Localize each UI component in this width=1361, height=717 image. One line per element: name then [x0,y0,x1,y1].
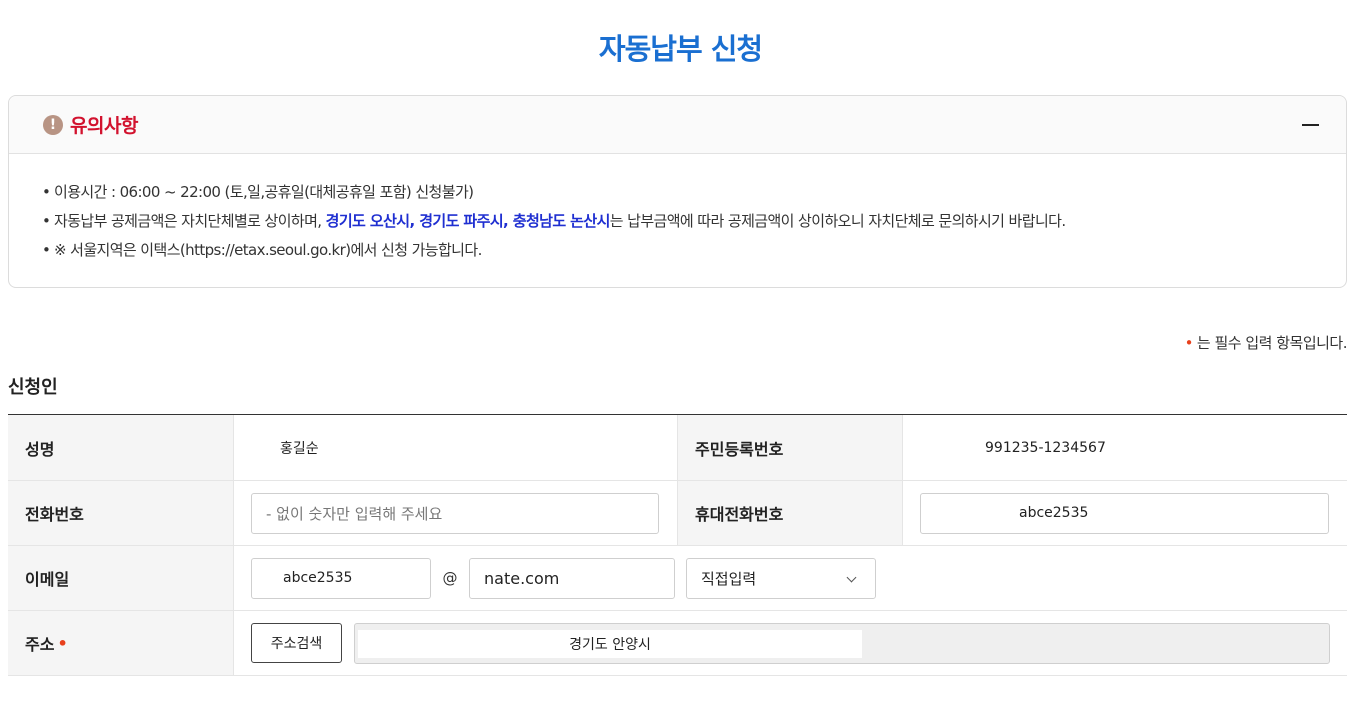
rrn-label: 주민등록번호 [677,415,903,480]
email-domain-select[interactable]: 직접입력 [686,557,876,599]
warning-icon: ! [43,114,63,135]
required-dot: • [1184,334,1194,352]
name-value: 홍길순 [280,440,319,457]
required-dot: • [57,633,68,653]
phone-placeholder: - 없이 숫자만 입력해 주세요 [266,504,443,523]
highlight-regions: 경기도 오산시, 경기도 파주시, 충청남도 논산시 [325,212,611,230]
phone-input[interactable]: - 없이 숫자만 입력해 주세요 [251,492,659,534]
name-label: 성명 [8,415,234,480]
address-field: 경기도 안양시 [354,622,1330,664]
form-row-name: 성명 홍길순 주민등록번호 991235-1234567 [8,415,1347,481]
email-label: 이메일 [8,546,234,610]
rrn-value: 991235-1234567 [985,439,1106,456]
notice-item: • 자동납부 공제금액은 자치단체별로 상이하며, 경기도 오산시, 경기도 파주… [42,212,1066,230]
notice-item-seoul: • ※ 서울지역은 이택스(https://etax.seoul.go.kr)에서… [42,241,482,259]
form-row-email: 이메일 abce2535 @ nate.com 직접입력 [8,546,1347,611]
mobile-input[interactable]: abce2535 [920,492,1329,534]
minus-icon [1301,123,1319,126]
form-row-address: 주소 • 주소검색 경기도 안양시 [8,611,1347,676]
email-domain-input[interactable]: nate.com [469,557,675,599]
chevron-down-icon [846,572,857,582]
notice-title: 유의사항 [70,115,138,137]
address-label: 주소 • [8,611,234,675]
notice-list: • 이용시간 : 06:00 ~ 22:00 (토,일,공휴일(대체공휴일 포함)… [9,154,1346,265]
section-title: 신청인 [8,377,58,398]
address-search-button[interactable]: 주소검색 [251,623,342,663]
page-title: 자동납부 신청 [598,32,763,66]
collapse-button[interactable] [1300,115,1320,135]
address-value: 경기도 안양시 [358,629,862,658]
mobile-label: 휴대전화번호 [677,481,903,545]
email-id-input[interactable]: abce2535 [251,557,431,599]
form-row-phone: 전화번호 - 없이 숫자만 입력해 주세요 휴대전화번호 abce2535 [8,481,1347,546]
notice-item: • 이용시간 : 06:00 ~ 22:00 (토,일,공휴일(대체공휴일 포함)… [42,183,474,201]
phone-label: 전화번호 [8,481,234,545]
notice-panel: ! 유의사항 • 이용시간 : 06:00 ~ 22:00 (토,일,공휴일(대체… [8,95,1347,288]
at-sign: @ [442,569,458,587]
notice-header: ! 유의사항 [9,96,1346,154]
required-note: • 는 필수 입력 항목입니다. [1184,334,1348,352]
applicant-form: 성명 홍길순 주민등록번호 991235-1234567 전화번호 - 없이 숫… [8,414,1347,676]
